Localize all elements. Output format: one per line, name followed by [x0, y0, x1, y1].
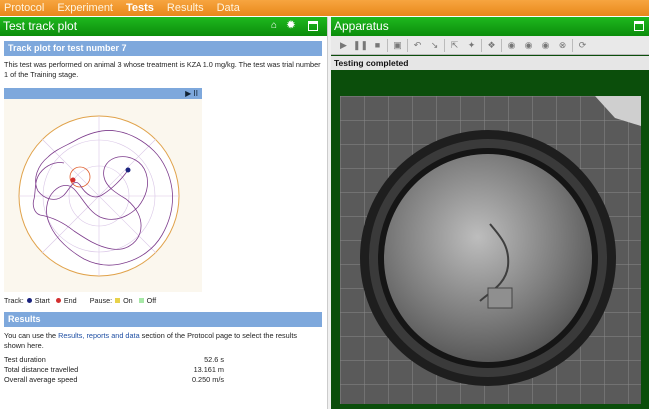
apparatus-toolbar: ▶ ❚❚ ■ ▣ ↶ ↘ ⇱ ✦ ❖ ◉ ◉ ◉ ⊗ ⟳: [331, 36, 649, 55]
pause-off-swatch: [138, 298, 144, 303]
apparatus-panel: ▶ ❚❚ ■ ▣ ↶ ↘ ⇱ ✦ ❖ ◉ ◉ ◉ ⊗ ⟳ Testing com…: [331, 36, 649, 409]
legend-off-label: Off: [146, 296, 157, 305]
results-link[interactable]: Results, reports and data: [58, 331, 140, 340]
toolbar-separator: [407, 38, 408, 52]
play-icon[interactable]: ▶: [335, 38, 352, 53]
pool-water: [384, 154, 592, 362]
pause-on-swatch: [115, 298, 121, 303]
legend-start-label: Start: [34, 296, 50, 305]
test-description: This test was performed on animal 3 whos…: [4, 60, 321, 79]
app-root: Protocol Experiment Tests Results Data T…: [0, 0, 649, 409]
toolbar-separator: [481, 38, 482, 52]
zone-3-icon[interactable]: ◉: [537, 38, 554, 53]
track-icon[interactable]: ❖: [483, 38, 500, 53]
legend-end-label: End: [63, 296, 77, 305]
track-plot-svg: [18, 115, 180, 277]
stat-label: Test duration: [4, 355, 46, 364]
camera-view: [340, 96, 641, 404]
undo-icon[interactable]: ↶: [409, 38, 426, 53]
stat-label: Overall average speed: [4, 375, 78, 384]
track-plot-panel: Track plot for test number 7 This test w…: [0, 36, 327, 409]
toolbar-separator: [501, 38, 502, 52]
crosshair-icon[interactable]: ✦: [463, 38, 480, 53]
stat-row: Overall average speed 0.250 m/s: [4, 375, 224, 385]
close-zone-icon[interactable]: ⊗: [554, 38, 571, 53]
plot-toolbar: ▶ II: [4, 88, 202, 99]
fit-view-icon[interactable]: ⇱: [446, 38, 463, 53]
toolbar-separator: [387, 38, 388, 52]
menu-item-tests[interactable]: Tests: [122, 0, 163, 16]
menu-item-data[interactable]: Data: [213, 0, 249, 16]
left-panel-header: Test track plot ⌂ ✹: [0, 17, 327, 36]
refresh-icon[interactable]: ⟳: [574, 38, 591, 53]
apparatus-status: Testing completed: [331, 56, 649, 70]
menu-item-protocol[interactable]: Protocol: [0, 0, 53, 16]
pause-icon[interactable]: ❚❚: [352, 38, 369, 53]
right-panel-header: Apparatus: [331, 17, 649, 36]
play-pause-icon[interactable]: ▶ II: [185, 88, 198, 99]
stat-label: Total distance travelled: [4, 365, 79, 374]
zone-1-icon[interactable]: ◉: [503, 38, 520, 53]
section-title: Track plot for test number 7: [4, 41, 322, 56]
home-icon[interactable]: ⌂: [268, 20, 280, 32]
stat-value: 52.6 s: [204, 355, 224, 364]
legend-track-label: Track:: [4, 296, 24, 305]
toolbar-separator: [572, 38, 573, 52]
left-panel-title: Test track plot: [3, 19, 78, 33]
gear-icon[interactable]: ✹: [285, 20, 297, 32]
stat-row: Total distance travelled 13.161 m: [4, 365, 224, 375]
end-marker: [70, 177, 76, 183]
plot-legend: Track: Start End Pause: On Off: [4, 296, 156, 305]
start-legend-swatch: [26, 298, 32, 303]
menu-item-results[interactable]: Results: [163, 0, 213, 16]
legend-pause-label: Pause:: [89, 296, 113, 305]
maximize-button[interactable]: [634, 21, 644, 31]
stat-value: 13.161 m: [193, 365, 224, 374]
track-plot: ▶ II: [4, 88, 202, 292]
stat-row: Test duration 52.6 s: [4, 355, 224, 365]
results-description: You can use the Results, reports and dat…: [4, 331, 304, 351]
end-legend-swatch: [55, 298, 61, 303]
results-text-before: You can use the: [4, 331, 59, 340]
right-panel-title: Apparatus: [334, 19, 389, 33]
stat-value: 0.250 m/s: [191, 375, 224, 384]
toolbar-separator: [444, 38, 445, 52]
results-title: Results: [4, 312, 322, 327]
start-marker: [125, 167, 131, 173]
main-menu: Protocol Experiment Tests Results Data: [0, 0, 649, 16]
redo-icon[interactable]: ↘: [426, 38, 443, 53]
legend-on-label: On: [123, 296, 133, 305]
maximize-button[interactable]: [308, 21, 318, 31]
record-icon[interactable]: ▣: [389, 38, 406, 53]
stop-icon[interactable]: ■: [369, 38, 386, 53]
menu-item-experiment[interactable]: Experiment: [53, 0, 122, 16]
hidden-platform: [487, 287, 513, 309]
camera-image: [340, 96, 641, 404]
zone-2-icon[interactable]: ◉: [520, 38, 537, 53]
